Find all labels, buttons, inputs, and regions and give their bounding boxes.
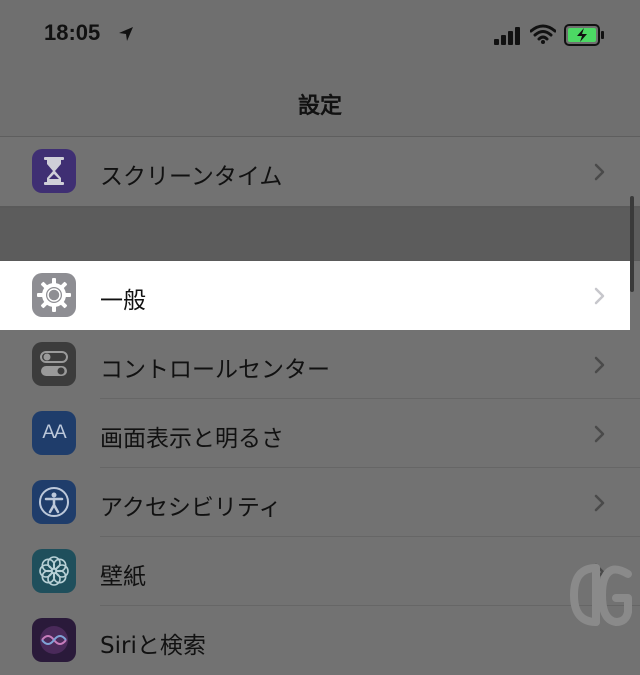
status-time: 18:05 bbox=[44, 20, 101, 45]
settings-item-label: スクリーンタイム bbox=[100, 164, 283, 190]
toggle-switches-icon bbox=[32, 342, 76, 386]
settings-group-2: 一般 コントロールセンター AA 画面表示と明るさ アクセシビリティ 壁紙 Si… bbox=[0, 261, 640, 675]
chevron-right-icon bbox=[594, 287, 605, 305]
settings-item-display-brightness[interactable]: AA 画面表示と明るさ bbox=[0, 399, 640, 468]
section-gap bbox=[0, 208, 640, 260]
settings-item-label: Siriと検索 bbox=[100, 633, 206, 659]
settings-item-label: 壁紙 bbox=[100, 564, 146, 590]
page-title: 設定 bbox=[297, 94, 342, 119]
settings-item-wallpaper[interactable]: 壁紙 bbox=[0, 537, 640, 606]
text-size-icon: AA bbox=[32, 411, 76, 455]
watermark-logo bbox=[569, 564, 632, 626]
status-bar: 18:05 bbox=[0, 0, 640, 70]
siri-icon bbox=[32, 618, 76, 662]
settings-item-label: 画面表示と明るさ bbox=[100, 426, 284, 452]
accessibility-icon bbox=[32, 480, 76, 524]
settings-item-label: コントロールセンター bbox=[100, 357, 330, 383]
hourglass-icon bbox=[32, 149, 76, 193]
scroll-indicator[interactable] bbox=[630, 196, 634, 292]
wifi-icon bbox=[530, 24, 556, 44]
settings-item-control-center[interactable]: コントロールセンター bbox=[0, 330, 640, 399]
settings-item-label: 一般 bbox=[100, 288, 146, 314]
gear-icon bbox=[32, 273, 76, 317]
settings-item-siri-search[interactable]: Siriと検索 bbox=[0, 606, 640, 675]
chevron-right-icon bbox=[594, 356, 605, 374]
navigation-bar: 設定 bbox=[0, 70, 640, 137]
settings-item-general[interactable]: 一般 bbox=[0, 261, 640, 330]
battery-charging-icon bbox=[564, 24, 604, 46]
settings-item-accessibility[interactable]: アクセシビリティ bbox=[0, 468, 640, 537]
settings-group-1: スクリーンタイム bbox=[0, 137, 640, 206]
chevron-right-icon bbox=[594, 494, 605, 512]
location-arrow-icon bbox=[119, 27, 133, 41]
chevron-right-icon bbox=[594, 163, 605, 181]
row-highlight bbox=[0, 261, 630, 330]
chevron-right-icon bbox=[594, 425, 605, 443]
cellular-signal-icon bbox=[494, 27, 520, 45]
flower-icon bbox=[32, 549, 76, 593]
settings-item-label: アクセシビリティ bbox=[100, 495, 282, 521]
settings-item-screen-time[interactable]: スクリーンタイム bbox=[0, 137, 640, 206]
text-size-glyph: AA bbox=[42, 422, 66, 443]
